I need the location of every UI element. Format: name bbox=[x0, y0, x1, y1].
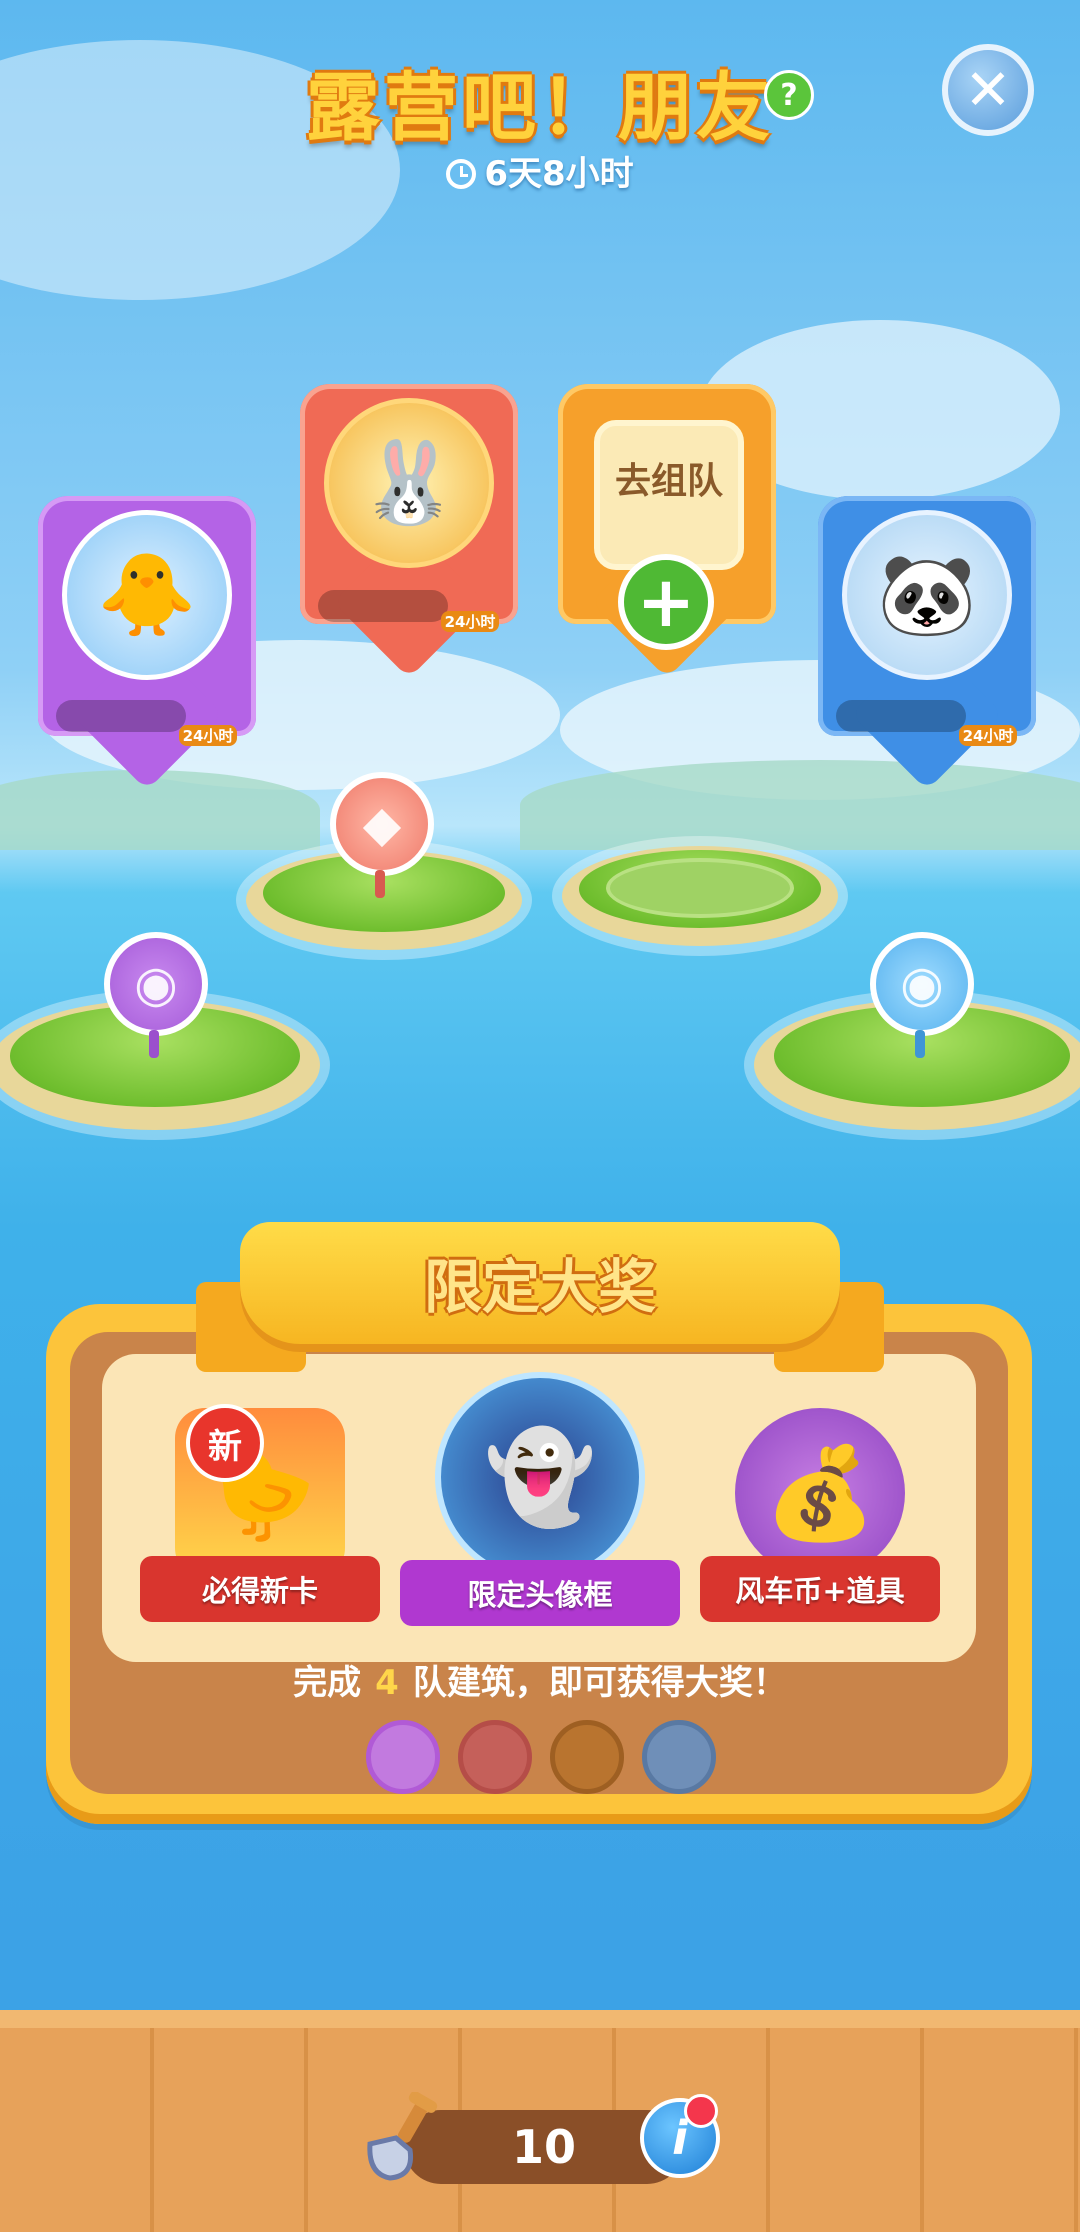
goal-prefix: 完成 bbox=[293, 1663, 362, 1703]
owl-pin-icon: ◉ bbox=[104, 932, 208, 1036]
reward-label: 必得新卡 bbox=[140, 1556, 380, 1622]
pin-stick bbox=[149, 1030, 159, 1058]
clock-icon bbox=[446, 159, 477, 189]
goal-suffix: 队建筑，即可获得大奖！ bbox=[412, 1663, 787, 1703]
team-card-purple[interactable]: 🐥 24小时 bbox=[38, 496, 256, 791]
team-avatar: 🐼 bbox=[842, 510, 1012, 680]
shovel-icon bbox=[356, 2091, 448, 2184]
hippo-pin-icon: ◉ bbox=[870, 932, 974, 1036]
prize-title: 限定大奖 bbox=[423, 1253, 656, 1321]
team-card-red[interactable]: 🐰 24小时 bbox=[300, 384, 518, 679]
reward-label: 风车币+道具 bbox=[700, 1556, 940, 1622]
event-timer: 6天8小时 bbox=[0, 146, 1080, 195]
pin-stick bbox=[375, 870, 385, 898]
join-team-label[interactable]: 去组队 bbox=[594, 420, 744, 570]
reward-badge: 24小时 bbox=[438, 568, 502, 632]
reward-badge: 24小时 bbox=[956, 682, 1020, 746]
page-title: 露营吧！朋友 bbox=[306, 65, 774, 151]
ghost-avatar-icon: 👻 bbox=[435, 1372, 645, 1582]
add-team-button[interactable]: + bbox=[618, 554, 714, 650]
new-tag: 新 bbox=[186, 1404, 264, 1482]
team-avatar: 🐰 bbox=[324, 398, 494, 568]
mountain bbox=[0, 770, 320, 850]
progress-bar bbox=[318, 590, 448, 622]
goal-text: 完成 4 队建筑，即可获得大奖！ bbox=[0, 1655, 1080, 1704]
goal-count: 4 bbox=[375, 1663, 399, 1703]
hippo-slot-icon bbox=[642, 1720, 716, 1794]
help-glyph: ? bbox=[780, 77, 798, 113]
coin-bag-icon: 💰 bbox=[735, 1408, 905, 1578]
fox-pin-icon: ◆ bbox=[330, 772, 434, 876]
fox-slot-icon bbox=[458, 1720, 532, 1794]
owl-slot-icon bbox=[366, 1720, 440, 1794]
reward-new-card[interactable]: 🐤 新 必得新卡 bbox=[140, 1404, 380, 1622]
notification-dot bbox=[684, 2094, 718, 2128]
question-icon[interactable]: ? bbox=[764, 70, 814, 120]
team-card-blue[interactable]: 🐼 24小时 bbox=[818, 496, 1036, 791]
reward-coins-items[interactable]: 💰 风车币+道具 bbox=[700, 1408, 940, 1622]
shovel-mark-icon bbox=[606, 858, 794, 918]
reward-avatar-frame[interactable]: 👻 限定头像框 bbox=[400, 1372, 680, 1626]
timer-text: 6天8小时 bbox=[484, 154, 634, 194]
pin-stick bbox=[915, 1030, 925, 1058]
mountain bbox=[520, 760, 1080, 850]
reward-label: 限定头像框 bbox=[400, 1560, 680, 1626]
progress-bar bbox=[836, 700, 966, 732]
progress-bar bbox=[56, 700, 186, 732]
close-button[interactable]: ✕ bbox=[942, 44, 1034, 136]
close-icon: ✕ bbox=[964, 57, 1012, 123]
team-avatar: 🐥 bbox=[62, 510, 232, 680]
reward-badge: 24小时 bbox=[176, 682, 240, 746]
bear-slot-icon bbox=[550, 1720, 624, 1794]
shovel-count: 10 bbox=[511, 2120, 576, 2174]
